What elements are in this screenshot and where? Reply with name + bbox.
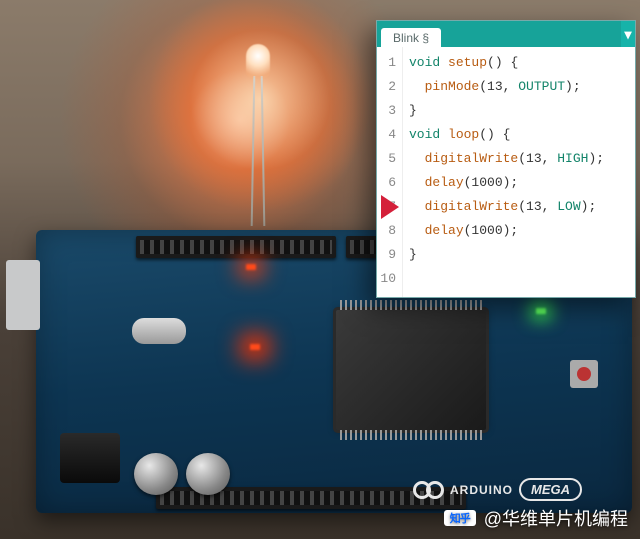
onboard-led-l bbox=[250, 344, 260, 350]
line-number-gutter: 12345678910 bbox=[377, 47, 403, 297]
code-area[interactable]: 12345678910 void setup() { pinMode(13, O… bbox=[377, 47, 635, 297]
line-number: 6 bbox=[379, 171, 396, 195]
line-number: 5 bbox=[379, 147, 396, 171]
microcontroller-chip bbox=[336, 310, 486, 430]
editor-tab-blink[interactable]: Blink § bbox=[381, 28, 441, 47]
code-line[interactable]: } bbox=[409, 243, 629, 267]
zhihu-logo-icon: 知乎 bbox=[444, 510, 476, 526]
line-number: 9 bbox=[379, 243, 396, 267]
code-text[interactable]: void setup() { pinMode(13, OUTPUT);}void… bbox=[403, 47, 635, 297]
infinity-logo-icon bbox=[413, 481, 444, 499]
watermark-text: @华维单片机编程 bbox=[484, 505, 628, 531]
code-line[interactable]: delay(1000); bbox=[409, 219, 629, 243]
line-number: 10 bbox=[379, 267, 396, 291]
onboard-led-tx bbox=[246, 264, 256, 270]
code-editor-window: Blink § ▾ 12345678910 void setup() { pin… bbox=[376, 20, 636, 298]
code-line[interactable]: void loop() { bbox=[409, 123, 629, 147]
line-number: 4 bbox=[379, 123, 396, 147]
code-line[interactable]: } bbox=[409, 99, 629, 123]
brand-label: ARDUINO bbox=[450, 483, 513, 497]
line-number: 3 bbox=[379, 99, 396, 123]
model-badge: MEGA bbox=[519, 478, 582, 501]
tabbar-overflow-icon[interactable]: ▾ bbox=[621, 21, 635, 47]
execution-pointer-icon bbox=[381, 195, 399, 219]
line-number: 1 bbox=[379, 51, 396, 75]
led-component bbox=[246, 44, 270, 78]
capacitor-2 bbox=[186, 453, 230, 495]
line-number: 2 bbox=[379, 75, 396, 99]
capacitor-1 bbox=[134, 453, 178, 495]
editor-tabbar: Blink § ▾ bbox=[377, 21, 635, 47]
onboard-led-on bbox=[536, 308, 546, 314]
code-line[interactable]: pinMode(13, OUTPUT); bbox=[409, 75, 629, 99]
dc-barrel-jack bbox=[60, 433, 120, 483]
code-line[interactable]: digitalWrite(13, HIGH); bbox=[409, 147, 629, 171]
board-branding: ARDUINO MEGA bbox=[413, 478, 582, 501]
reset-button bbox=[570, 360, 598, 388]
pin-header-top-left bbox=[136, 236, 336, 258]
crystal-oscillator bbox=[132, 318, 186, 344]
code-line[interactable]: digitalWrite(13, LOW); bbox=[409, 195, 629, 219]
code-line[interactable]: delay(1000); bbox=[409, 171, 629, 195]
watermark: 知乎 @华维单片机编程 bbox=[444, 505, 628, 531]
line-number: 8 bbox=[379, 219, 396, 243]
code-line[interactable]: void setup() { bbox=[409, 51, 629, 75]
